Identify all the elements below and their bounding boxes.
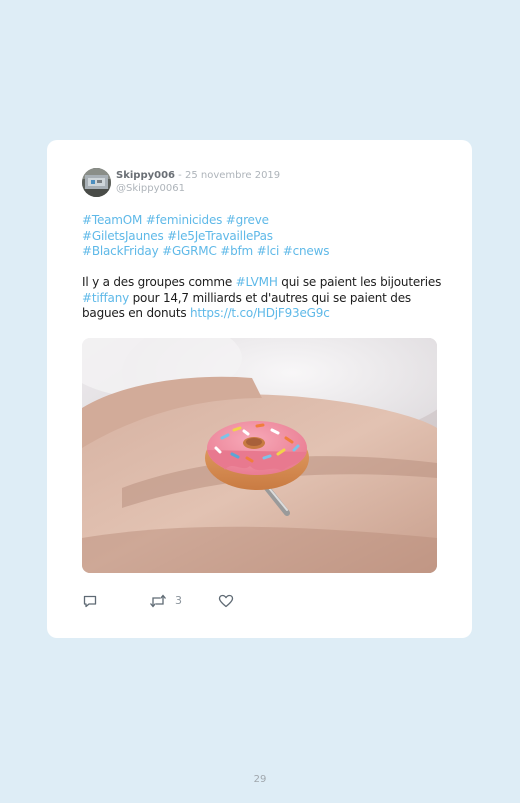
retweet-button[interactable]: 3 [149, 593, 182, 609]
header-separator: - [175, 170, 185, 181]
tweet-text: Il y a des groupes comme #LVMH qui se pa… [82, 275, 442, 322]
avatar-image [82, 168, 111, 197]
hashtag-line[interactable]: #TeamOM #feminicides #greve [82, 213, 442, 229]
hashtag-link[interactable]: #tiffany [82, 291, 129, 305]
page-number: 29 [253, 774, 267, 785]
tweet-header: Skippy006 - 25 novembre 2019 [116, 170, 280, 182]
hashtag-block: #TeamOM #feminicides #greve #GiletsJaune… [82, 213, 442, 260]
tweet-date[interactable]: 25 novembre 2019 [185, 170, 280, 181]
user-handle[interactable]: @Skippy0061 [116, 183, 185, 195]
reply-icon [83, 595, 97, 608]
retweet-icon [150, 594, 166, 608]
hashtag-line[interactable]: #GiletsJaunes #le5JeTravaillePas [82, 229, 442, 245]
tweet-url-link[interactable]: https://t.co/HDjF93eG9c [190, 306, 330, 320]
donut-ring-photo [82, 338, 437, 573]
tweet-text-part: qui se paient les bijouteries [277, 275, 442, 289]
tweet-text-part: Il y a des groupes comme [82, 275, 236, 289]
heart-icon [218, 594, 234, 608]
tweet-card: Skippy006 - 25 novembre 2019 @Skippy0061… [47, 140, 472, 638]
hashtag-line[interactable]: #BlackFriday #GGRMC #bfm #lci #cnews [82, 244, 442, 260]
retweet-count: 3 [175, 594, 182, 607]
avatar[interactable] [82, 168, 111, 197]
hashtag-link[interactable]: #LVMH [236, 275, 278, 289]
username[interactable]: Skippy006 [116, 170, 175, 181]
reply-button[interactable] [82, 593, 98, 609]
like-button[interactable] [218, 593, 234, 609]
tweet-media-photo[interactable] [82, 338, 437, 573]
tweet-actions: 3 [82, 593, 282, 609]
